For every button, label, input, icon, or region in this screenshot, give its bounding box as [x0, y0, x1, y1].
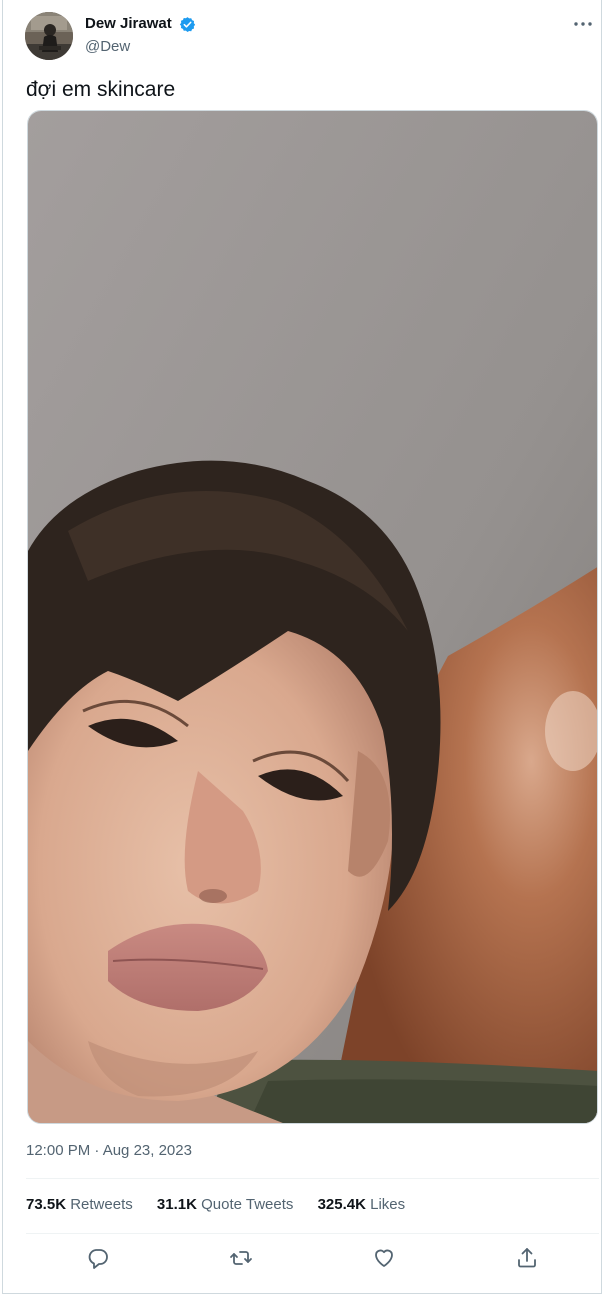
tweet-detail: Dew Jirawat @Dew đợi em skincare 12:00 P… [2, 0, 602, 1294]
tweet-photo[interactable] [27, 110, 598, 1124]
likes-label: Likes [370, 1196, 406, 1213]
tweet-header: Dew Jirawat @Dew [25, 12, 600, 62]
retweets-count: 73.5K [26, 1196, 67, 1213]
more-options-icon[interactable] [572, 14, 594, 34]
handle[interactable]: @Dew [85, 38, 196, 55]
retweet-icon[interactable] [229, 1246, 253, 1270]
tweet-text: đợi em skincare [26, 78, 176, 101]
likes-stat[interactable]: 325.4K Likes [318, 1196, 406, 1213]
likes-count: 325.4K [317, 1196, 366, 1213]
avatar[interactable] [25, 12, 73, 60]
reply-icon[interactable] [86, 1246, 110, 1270]
divider [26, 1233, 599, 1234]
retweets-stat[interactable]: 73.5K Retweets [26, 1196, 133, 1213]
share-icon[interactable] [515, 1246, 539, 1270]
tweet-timestamp[interactable]: 12:00 PM · Aug 23, 2023 [26, 1142, 192, 1159]
retweets-label: Retweets [70, 1196, 133, 1213]
quote-tweets-count: 31.1K [156, 1196, 197, 1213]
display-name[interactable]: Dew Jirawat [85, 15, 172, 33]
verified-badge-icon [179, 16, 196, 33]
quote-tweets-label: Quote Tweets [201, 1196, 294, 1213]
quote-tweets-stat[interactable]: 31.1K Quote Tweets [157, 1196, 293, 1213]
divider [26, 1178, 599, 1179]
tweet-actions [26, 1240, 599, 1276]
author-block: Dew Jirawat @Dew [85, 15, 196, 55]
tweet-stats: 73.5K Retweets 31.1K Quote Tweets 325.4K… [26, 1196, 425, 1213]
heart-icon[interactable] [372, 1246, 396, 1270]
